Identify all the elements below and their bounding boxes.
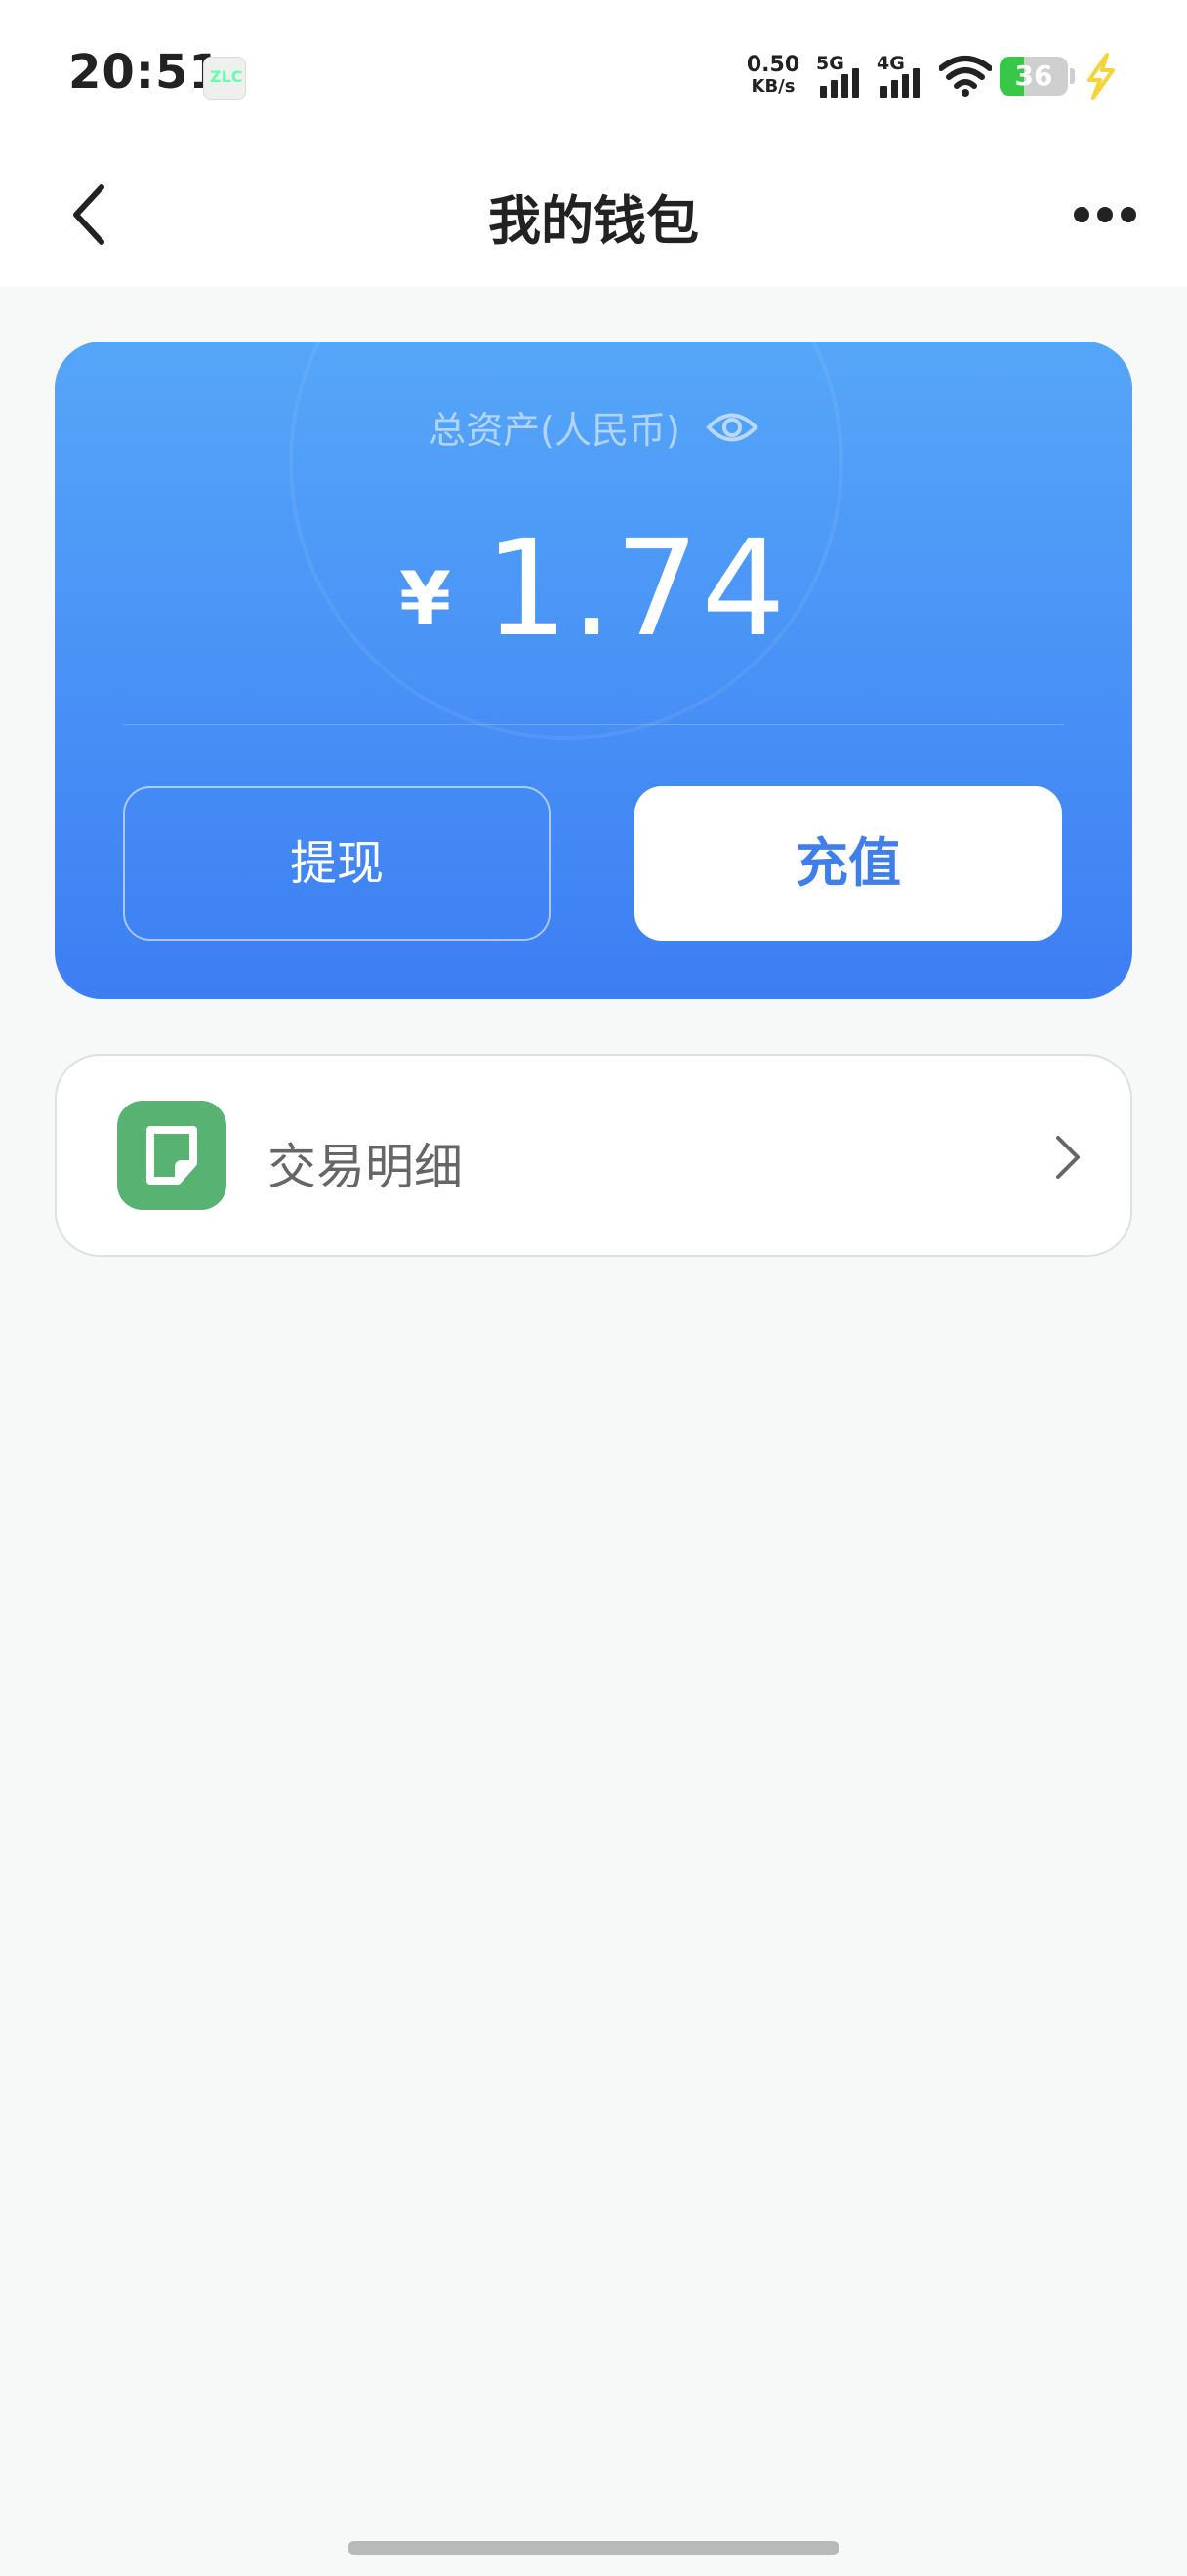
recharge-button[interactable]: 充值	[634, 786, 1062, 941]
network-speed: 0.50 KB/s	[744, 55, 802, 98]
battery-percent: 36	[1014, 60, 1053, 92]
battery-tip	[1070, 68, 1075, 84]
home-indicator[interactable]	[348, 2541, 839, 2555]
withdraw-button[interactable]: 提现	[123, 786, 551, 941]
network-speed-value: 0.50	[746, 53, 800, 77]
wallet-card: 总资产(人民币) ¥1.74 提现 充值	[55, 342, 1132, 999]
signal-4g-label: 4G	[877, 53, 905, 74]
chevron-right-icon	[1056, 1136, 1080, 1179]
signal-4g-icon: 4G	[877, 53, 929, 98]
total-assets-label: 总资产(人民币)	[55, 400, 1132, 454]
balance-amount: ¥1.74	[55, 512, 1132, 666]
eye-icon[interactable]	[706, 405, 758, 450]
page-title: 我的钱包	[488, 190, 699, 252]
more-button[interactable]	[1066, 195, 1144, 234]
balance-value: 1.74	[484, 512, 788, 666]
currency-symbol: ¥	[399, 555, 452, 642]
transaction-details-item[interactable]: 交易明细	[55, 1054, 1132, 1257]
signal-5g-label: 5G	[816, 53, 844, 74]
status-bar: 20:51 ZLC 0.50 KB/s 5G 4G 36	[0, 0, 1187, 146]
network-speed-unit: KB/s	[751, 76, 796, 97]
note-icon	[146, 1126, 197, 1185]
status-time: 20:51	[68, 45, 223, 100]
charging-icon	[1087, 53, 1115, 100]
notification-app-icon: ZLC	[203, 57, 246, 100]
more-dots-icon	[1074, 207, 1089, 222]
card-divider	[123, 724, 1064, 725]
transaction-icon-badge	[117, 1101, 226, 1210]
transaction-details-label: 交易明细	[267, 1139, 463, 1195]
total-assets-text: 总资产(人民币)	[429, 409, 680, 452]
wifi-icon	[939, 56, 992, 97]
signal-5g-icon: 5G	[816, 53, 869, 98]
battery-icon: 36	[1000, 57, 1068, 96]
